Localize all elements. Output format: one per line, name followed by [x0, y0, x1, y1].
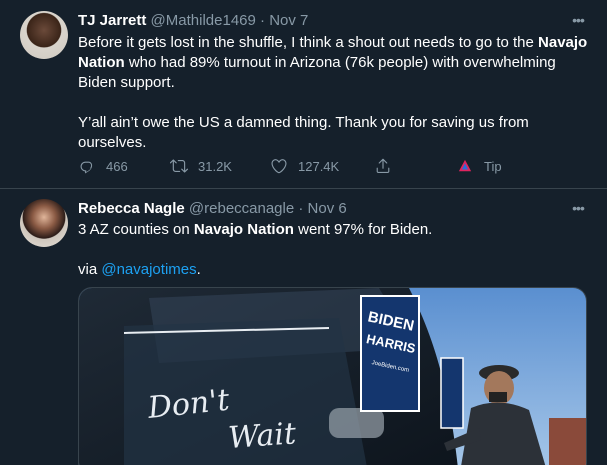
reply-count: 466: [106, 158, 128, 174]
tweet-rebecca-nagle[interactable]: Rebecca Nagle @rebeccanagle · Nov 6 ••• …: [0, 190, 607, 465]
heart-icon: [271, 159, 287, 174]
photo-biden-sign: BIDEN HARRIS JoeBiden.com Don't Wait: [79, 288, 586, 465]
mention-link[interactable]: @navajotimes: [101, 261, 196, 278]
text-segment: via: [78, 261, 102, 278]
display-name[interactable]: TJ Jarrett: [78, 12, 146, 29]
reply-button[interactable]: 466: [78, 155, 128, 177]
like-count: 127.4K: [298, 158, 340, 174]
display-name[interactable]: Rebecca Nagle: [78, 200, 185, 217]
handle[interactable]: @rebeccanagle: [189, 200, 294, 217]
tweet-text: 3 AZ counties on Navajo Nation went 97% …: [78, 220, 588, 280]
like-button[interactable]: 127.4K: [270, 155, 339, 177]
avatar[interactable]: [20, 11, 68, 59]
more-options-icon[interactable]: •••: [569, 11, 587, 29]
tweet-tj-jarrett[interactable]: TJ Jarrett @Mathilde1469 · Nov 7 ••• Bef…: [0, 0, 607, 189]
text-segment: .: [196, 261, 201, 278]
share-button[interactable]: [374, 155, 402, 177]
tweet-actions: 466 31.2K 127.4K Tip: [78, 155, 528, 177]
reply-icon: [80, 161, 93, 174]
share-icon: [376, 158, 390, 174]
tweet-header: Rebecca Nagle @rebeccanagle · Nov 6: [78, 199, 347, 219]
tweet-header: TJ Jarrett @Mathilde1469 · Nov 7: [78, 11, 308, 31]
timestamp[interactable]: Nov 7: [269, 12, 308, 29]
tip-label: Tip: [484, 158, 502, 174]
tweet-text: Before it gets lost in the shuffle, I th…: [78, 33, 588, 153]
tweet-image[interactable]: BIDEN HARRIS JoeBiden.com Don't Wait: [78, 287, 587, 465]
handle[interactable]: @Mathilde1469: [151, 12, 256, 29]
text-paragraph: Y’all ain’t owe the US a damned thing. T…: [78, 114, 529, 151]
tip-icon: [458, 159, 472, 172]
text-segment: went 97% for Biden.: [293, 221, 433, 238]
text-segment: who had 89% turnout in Arizona (76k peop…: [78, 54, 556, 91]
text-bold: Navajo Nation: [193, 221, 294, 238]
text-segment: Before it gets lost in the shuffle, I th…: [78, 34, 539, 51]
more-options-icon[interactable]: •••: [569, 199, 587, 217]
retweet-count: 31.2K: [198, 158, 232, 174]
retweet-icon: [170, 159, 188, 173]
text-segment: 3 AZ counties on: [78, 221, 194, 238]
separator: ·: [255, 12, 270, 29]
separator: ·: [294, 200, 308, 217]
retweet-button[interactable]: 31.2K: [170, 155, 232, 177]
biden-harris-sign: BIDEN HARRIS JoeBiden.com: [360, 295, 420, 412]
avatar[interactable]: [20, 199, 68, 247]
timestamp[interactable]: Nov 6: [308, 200, 347, 217]
tip-button[interactable]: Tip: [458, 155, 502, 177]
car-script-2: Wait: [227, 416, 298, 456]
